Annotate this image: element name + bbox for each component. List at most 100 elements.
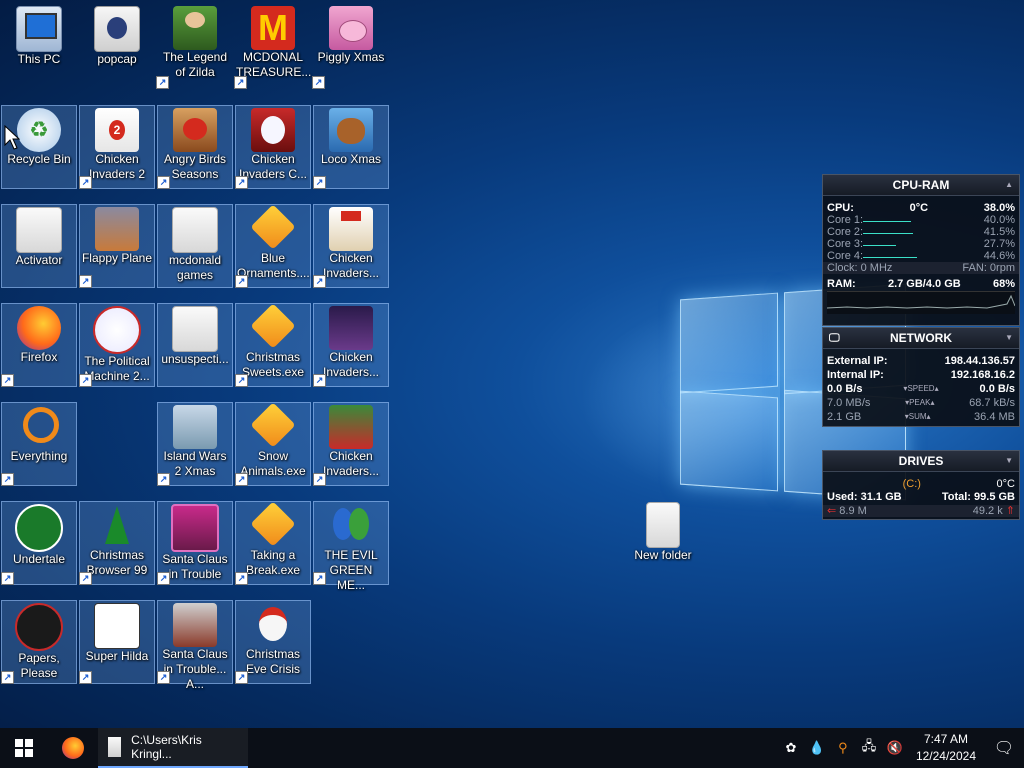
core-row: Core 2: 41.5% bbox=[823, 226, 1019, 238]
drives-gadget: DRIVES ▼ (C:) 0°C Used: 31.1 GB Total: 9… bbox=[822, 450, 1020, 520]
shortcut-arrow-icon: ↗ bbox=[1, 473, 14, 486]
legend-of-zilda-icon[interactable]: ↗ The Legend of Zilda bbox=[156, 4, 233, 89]
super-hilda-icon[interactable]: ↗ Super Hilda bbox=[79, 600, 155, 684]
clock-time: 7:47 AM bbox=[923, 732, 968, 746]
christmas-sweets-icon[interactable]: ↗ Christmas Sweets.exe bbox=[235, 303, 311, 387]
popcap-folder-icon[interactable]: popcap bbox=[79, 4, 155, 88]
shortcut-arrow-icon: ↗ bbox=[79, 176, 92, 189]
shortcut-arrow-icon: ↗ bbox=[79, 572, 92, 585]
peak-down: 7.0 MB/s bbox=[827, 397, 871, 409]
collapse-down-icon[interactable]: ▼ bbox=[1005, 328, 1013, 348]
clock-speed: Clock: 0 MHz bbox=[827, 262, 893, 274]
mcdonald-games-folder-icon[interactable]: mcdonald games bbox=[157, 204, 233, 288]
evil-green-me-icon[interactable]: ↗ THE EVIL GREEN ME... bbox=[313, 501, 389, 592]
network-header[interactable]: 🖵 NETWORK ▼ bbox=[823, 328, 1019, 349]
this-pc-icon[interactable]: This PC bbox=[1, 4, 77, 88]
firefox-icon bbox=[62, 737, 84, 759]
taking-a-break-icon[interactable]: ↗ Taking a Break.exe bbox=[235, 501, 311, 585]
activator-icon[interactable]: Activator bbox=[1, 204, 77, 288]
drive-letter: (C:) bbox=[902, 478, 921, 490]
shortcut-arrow-icon: ↗ bbox=[235, 473, 248, 486]
shortcut-arrow-icon: ↗ bbox=[157, 572, 170, 585]
taskbar-clock[interactable]: 7:47 AM 12/24/2024 bbox=[908, 731, 984, 765]
droplet-tray-icon[interactable]: 💧 bbox=[807, 738, 827, 758]
icon-label: New folder bbox=[634, 548, 692, 562]
sum-up: 36.4 MB bbox=[974, 411, 1015, 423]
core-percent: 27.7% bbox=[983, 238, 1015, 250]
shortcut-arrow-icon: ↗ bbox=[235, 671, 248, 684]
ram-percent: 68% bbox=[992, 278, 1015, 290]
volume-muted-icon[interactable]: 🔇 bbox=[885, 738, 905, 758]
shortcut-arrow-icon: ↗ bbox=[79, 374, 92, 387]
start-button[interactable] bbox=[0, 728, 48, 768]
taskbar-firefox-button[interactable] bbox=[48, 728, 98, 768]
new-folder-icon[interactable]: New folder bbox=[625, 500, 701, 584]
chicken-invaders-4-icon[interactable]: ↗ Chicken Invaders... bbox=[313, 303, 389, 387]
core-label: Core 2: bbox=[827, 226, 864, 238]
network-app-tray-icon[interactable]: ✿ bbox=[781, 738, 801, 758]
santa-claus-in-trouble-icon[interactable]: ↗ Santa Claus in Trouble bbox=[157, 501, 233, 585]
flappy-plane-icon[interactable]: ↗ Flappy Plane bbox=[79, 204, 155, 288]
drive-temp: 0°C bbox=[996, 478, 1015, 490]
explorer-window-title: C:\Users\Kris Kringl... bbox=[131, 733, 202, 761]
shortcut-arrow-icon: ↗ bbox=[235, 572, 248, 585]
collapse-up-icon[interactable]: ▲ bbox=[1005, 175, 1013, 195]
chicken-invaders-5-icon[interactable]: ↗ Chicken Invaders... bbox=[313, 402, 389, 486]
core-usage-bar bbox=[863, 257, 917, 258]
island-wars-2-xmas-icon[interactable]: ↗ Island Wars 2 Xmas bbox=[157, 402, 233, 486]
drive-read: 8.9 M bbox=[839, 505, 867, 517]
shortcut-arrow-icon: ↗ bbox=[235, 374, 248, 387]
folder-icon bbox=[108, 737, 122, 757]
snow-animals-icon[interactable]: ↗ Snow Animals.exe bbox=[235, 402, 311, 486]
everything-icon[interactable]: ↗ Everything bbox=[1, 402, 77, 486]
drive-write: 49.2 k bbox=[972, 505, 1003, 517]
internal-ip-label: Internal IP: bbox=[827, 369, 884, 381]
mcdonald-treasure-icon[interactable]: M ↗ MCDONAL TREASURE... bbox=[234, 4, 311, 89]
angry-birds-seasons-icon[interactable]: ↗ Angry Birds Seasons bbox=[157, 105, 233, 189]
shortcut-arrow-icon: ↗ bbox=[312, 76, 325, 89]
ram-label: RAM: bbox=[827, 278, 856, 290]
shortcut-arrow-icon: ↗ bbox=[1, 572, 14, 585]
taskbar-explorer-button[interactable]: C:\Users\Kris Kringl... bbox=[98, 728, 248, 768]
christmas-eve-crisis-icon[interactable]: ↗ Christmas Eve Crisis bbox=[235, 600, 311, 684]
drives-header[interactable]: DRIVES ▼ bbox=[823, 451, 1019, 472]
shortcut-arrow-icon: ↗ bbox=[157, 176, 170, 189]
shortcut-arrow-icon: ↗ bbox=[313, 473, 326, 486]
cpu-percent: 38.0% bbox=[983, 202, 1015, 214]
chicken-invaders-c-icon[interactable]: ↗ Chicken Invaders C... bbox=[235, 105, 311, 189]
network-tray-icon[interactable]: 🖧 bbox=[859, 738, 879, 758]
chicken-invaders-3-icon[interactable]: ↗ Chicken Invaders... bbox=[313, 204, 389, 288]
santa-claus-in-trouble-again-icon[interactable]: ↗ Santa Claus in Trouble... A... bbox=[157, 600, 233, 691]
chicken-invaders-2-icon[interactable]: 2 ↗ Chicken Invaders 2 bbox=[79, 105, 155, 189]
core-row: Core 4: 44.6% bbox=[823, 250, 1019, 262]
unsuspecti-folder-icon[interactable]: unsuspecti... bbox=[157, 303, 233, 387]
shortcut-arrow-icon: ↗ bbox=[235, 275, 248, 288]
christmas-browser-99-icon[interactable]: ↗ Christmas Browser 99 bbox=[79, 501, 155, 585]
sum-label: SUM bbox=[908, 412, 927, 421]
read-arrow-icon: ⇐ bbox=[827, 505, 837, 517]
core-usage-bar bbox=[863, 245, 896, 246]
icon-label: Santa Claus in Trouble... A... bbox=[162, 647, 228, 691]
ram-graph bbox=[826, 291, 1016, 314]
undertale-icon[interactable]: ↗ Undertale bbox=[1, 501, 77, 585]
icon-label: unsuspecti... bbox=[161, 352, 229, 366]
collapse-down-icon[interactable]: ▼ bbox=[1005, 451, 1013, 471]
papers-please-icon[interactable]: ↗ Papers, Please bbox=[1, 600, 77, 684]
icon-label: Flappy Plane bbox=[81, 251, 153, 265]
core-label: Core 3: bbox=[827, 238, 864, 250]
loco-xmas-icon[interactable]: ↗ Loco Xmas bbox=[313, 105, 389, 189]
cpu-ram-header[interactable]: CPU-RAM ▲ bbox=[823, 175, 1019, 196]
notifications-icon[interactable]: 🗨 bbox=[987, 738, 1021, 758]
icon-label: Firefox bbox=[20, 350, 58, 364]
search-tray-icon[interactable]: ⚲ bbox=[833, 738, 853, 758]
icon-label: Super Hilda bbox=[85, 649, 149, 663]
blue-ornaments-icon[interactable]: ↗ Blue Ornaments.... bbox=[235, 204, 311, 288]
icon-label: Loco Xmas bbox=[320, 152, 382, 166]
cpu-ram-gadget: CPU-RAM ▲ CPU: 0°C 38.0% Core 1: 40.0% Cor… bbox=[822, 174, 1020, 326]
political-machine-icon[interactable]: ↗ The Political Machine 2... bbox=[79, 303, 155, 387]
core-percent: 44.6% bbox=[983, 250, 1015, 262]
piggly-xmas-icon[interactable]: ↗ Piggly Xmas bbox=[312, 4, 389, 89]
shortcut-arrow-icon: ↗ bbox=[79, 671, 92, 684]
cpu-label: CPU: bbox=[827, 202, 854, 214]
firefox-icon[interactable]: ↗ Firefox bbox=[1, 303, 77, 387]
